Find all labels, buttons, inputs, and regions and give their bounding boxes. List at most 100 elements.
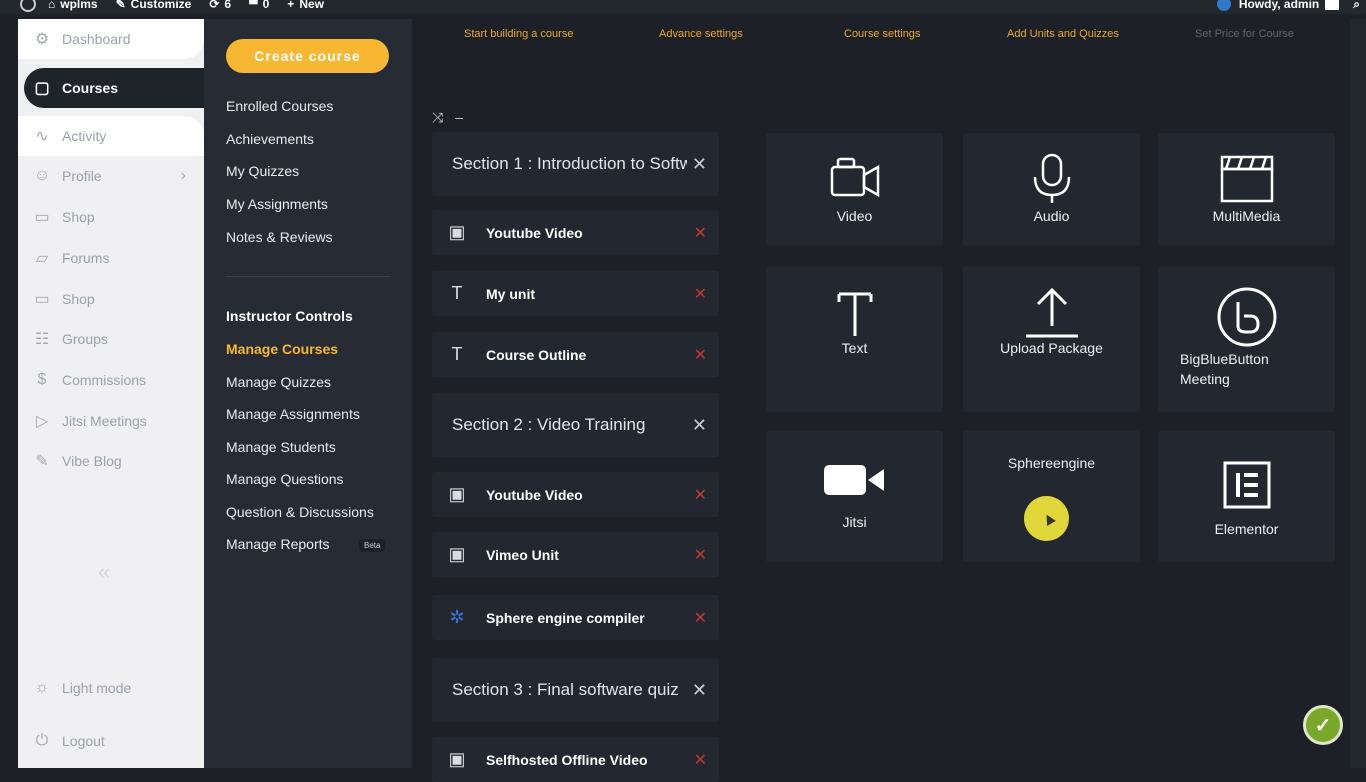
sidebar-item-shop[interactable]: ▭ Shop: [18, 197, 204, 237]
unit-card[interactable]: ✲ Sphere engine compiler ✕: [432, 595, 719, 640]
text-icon: [766, 290, 943, 340]
sidebar-item-dashboard[interactable]: ⚙ Dashboard: [18, 19, 204, 59]
unit-card[interactable]: T Course Outline ✕: [432, 332, 719, 377]
unit-type-audio[interactable]: Audio: [963, 133, 1140, 246]
unit-type-video[interactable]: Video: [766, 133, 943, 246]
menu-link-manage-assignments[interactable]: Manage Assignments: [226, 406, 360, 422]
unit-title[interactable]: Youtube Video: [486, 210, 583, 255]
unit-type-label: Sphereengine: [1007, 455, 1096, 471]
unit-title[interactable]: Sphere engine compiler: [486, 595, 645, 640]
menu-divider: [226, 276, 390, 277]
chevron-right-icon[interactable]: ›: [181, 167, 186, 185]
menu-link-enrolled-courses[interactable]: Enrolled Courses: [226, 98, 333, 114]
step-start-building[interactable]: Start building a course: [464, 28, 573, 40]
brush-icon: ✎: [115, 0, 126, 11]
unit-type-label: MultiMedia: [1212, 208, 1281, 224]
howdy-link[interactable]: Howdy, admin: [1239, 0, 1319, 11]
updates-link[interactable]: ⟳ 6: [209, 0, 231, 11]
unit-title[interactable]: My unit: [486, 271, 535, 316]
remove-icon[interactable]: ✕: [694, 210, 707, 255]
menu-link-achievements[interactable]: Achievements: [226, 131, 314, 147]
collapse-all-icon[interactable]: –: [455, 109, 463, 125]
menu-link-my-assignments[interactable]: My Assignments: [226, 196, 328, 212]
sidebar-item-jitsi-meetings[interactable]: ▷ Jitsi Meetings: [18, 401, 204, 441]
logout-button[interactable]: ⏻ Logout: [18, 721, 204, 761]
unit-type-multimedia[interactable]: MultiMedia: [1158, 133, 1335, 246]
remove-icon[interactable]: ✕: [694, 595, 707, 640]
menu-link-manage-courses[interactable]: Manage Courses: [226, 341, 338, 357]
sidebar-item-commissions[interactable]: $ Commissions: [18, 360, 204, 400]
text-icon: T: [451, 283, 463, 303]
sidebar-item-vibe-blog[interactable]: ✎ Vibe Blog: [18, 441, 204, 481]
unit-title[interactable]: Selfhosted Offline Video: [486, 737, 648, 782]
menu-link-notes-reviews[interactable]: Notes & Reviews: [226, 229, 333, 245]
section-title[interactable]: Section 3 : Final software quiz: [452, 658, 687, 722]
scrollbar[interactable]: [1350, 19, 1366, 768]
unit-card[interactable]: ▣ Youtube Video ✕: [432, 472, 719, 517]
unit-title[interactable]: Vimeo Unit: [486, 532, 559, 577]
unit-type-text[interactable]: Text: [766, 266, 943, 412]
section-card[interactable]: Section 2 : Video Training ✕: [432, 393, 719, 457]
remove-icon[interactable]: ✕: [694, 532, 707, 577]
unit-card[interactable]: ▣ Vimeo Unit ✕: [432, 532, 719, 577]
close-icon[interactable]: ✕: [692, 132, 707, 196]
section-title[interactable]: Section 2 : Video Training: [452, 393, 687, 457]
search-icon[interactable]: ⌕: [1353, 0, 1360, 12]
sidebar-item-courses[interactable]: ▢ Courses: [24, 68, 204, 108]
sidebar-item-forums[interactable]: ▱ Forums: [18, 238, 204, 278]
refresh-icon: ⟳: [209, 0, 220, 11]
shuffle-icon[interactable]: ⤨: [432, 109, 443, 125]
remove-icon[interactable]: ✕: [694, 332, 707, 377]
menu-link-manage-questions[interactable]: Manage Questions: [226, 471, 344, 487]
avatar: [1216, 0, 1231, 11]
light-mode-toggle[interactable]: ☼ Light mode: [18, 668, 204, 708]
section-card[interactable]: Section 3 : Final software quiz ✕: [432, 658, 719, 722]
comments-link[interactable]: ▀ 0: [249, 0, 269, 11]
site-link[interactable]: ⌂ wplms: [48, 0, 98, 11]
section-card[interactable]: Section 1 : Introduction to Software ✕: [432, 132, 719, 196]
create-course-button[interactable]: Create course: [226, 39, 389, 73]
menu-link-manage-quizzes[interactable]: Manage Quizzes: [226, 374, 331, 390]
close-icon[interactable]: ✕: [692, 393, 707, 457]
unit-type-elementor[interactable]: Elementor: [1158, 431, 1335, 562]
dashboard-icon: ⚙: [34, 31, 50, 48]
section-title[interactable]: Section 1 : Introduction to Software: [452, 132, 687, 196]
close-icon[interactable]: ✕: [692, 658, 707, 722]
unit-type-jitsi[interactable]: Jitsi: [766, 431, 943, 562]
unit-type-upload-package[interactable]: Upload Package: [963, 266, 1140, 412]
microphone-icon: [963, 153, 1140, 205]
sidebar-item-groups[interactable]: ☷ Groups: [18, 319, 204, 359]
menu-link-manage-reports[interactable]: Manage Reports: [226, 536, 330, 552]
video-camera-icon: ▣: [448, 484, 466, 504]
unit-title[interactable]: Course Outline: [486, 332, 586, 377]
step-course-settings[interactable]: Course settings: [844, 28, 920, 40]
user-avatar-icon[interactable]: [1325, 0, 1340, 10]
sidebar-item-activity[interactable]: ∿ Activity: [18, 116, 204, 156]
dollar-icon: $: [37, 371, 47, 388]
menu-link-question-discussions[interactable]: Question & Discussions: [226, 504, 374, 520]
forums-icon: ▱: [35, 250, 49, 267]
step-set-price[interactable]: Set Price for Course: [1195, 28, 1294, 40]
unit-type-label: Elementor: [1214, 521, 1279, 537]
menu-link-manage-students[interactable]: Manage Students: [226, 439, 336, 455]
clapperboard-icon: [1158, 155, 1335, 203]
unit-title[interactable]: Youtube Video: [486, 472, 583, 517]
step-advance-settings[interactable]: Advance settings: [659, 28, 743, 40]
remove-icon[interactable]: ✕: [694, 472, 707, 517]
unit-type-bigbluebutton[interactable]: BigBlueButton Meeting: [1158, 266, 1335, 412]
step-add-units-quizzes[interactable]: Add Units and Quizzes: [1007, 28, 1119, 40]
remove-icon[interactable]: ✕: [694, 271, 707, 316]
sidebar-item-profile[interactable]: ☺ Profile ›: [18, 156, 204, 196]
customize-link[interactable]: ✎ Customize: [116, 0, 192, 11]
sidebar-item-shop-2[interactable]: ▭ Shop: [18, 279, 204, 319]
unit-card[interactable]: T My unit ✕: [432, 271, 719, 316]
unit-card[interactable]: ▣ Youtube Video ✕: [432, 210, 719, 255]
home-icon: ⌂: [48, 0, 56, 11]
collapse-sidebar-icon[interactable]: «: [98, 559, 110, 585]
new-link[interactable]: + New: [287, 0, 324, 11]
book-icon: ▢: [34, 80, 50, 97]
wordpress-logo-icon[interactable]: [20, 0, 36, 12]
remove-icon[interactable]: ✕: [694, 737, 707, 782]
menu-link-my-quizzes[interactable]: My Quizzes: [226, 163, 299, 179]
unit-card[interactable]: ▣ Selfhosted Offline Video ✕: [432, 737, 719, 782]
